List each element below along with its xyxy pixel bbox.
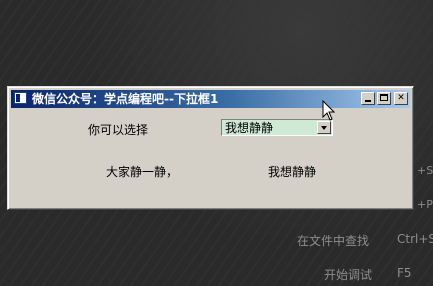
menu-item-start-debugging[interactable]: 开始调试 F5 [324,266,412,283]
edge-shortcut-text: +S [417,164,433,177]
minimize-button[interactable] [361,92,375,105]
minimize-icon [365,100,371,102]
prompt-label: 你可以选择 [88,123,149,137]
selected-text-label: 我想静静 [268,165,317,179]
dialog-window: 微信公众号：学点编程吧--下拉框1 ✕ 你可以选择 我想静静 大家静一静， 我想… [7,86,414,210]
menu-item-label: 在文件中查找 [297,234,370,248]
combobox-selected-value: 我想静静 [225,121,274,135]
maximize-icon [380,94,388,101]
close-button[interactable]: ✕ [394,92,408,105]
left-text-label: 大家静一静， [106,165,179,179]
mouse-cursor-icon [322,100,336,121]
menu-item-label: 开始调试 [324,268,373,282]
chevron-down-icon[interactable] [317,121,331,134]
close-icon: ✕ [397,93,405,103]
choice-combobox[interactable]: 我想静静 [221,119,333,136]
menu-item-find-in-files[interactable]: 在文件中查找 Ctrl+S [297,232,433,249]
app-icon[interactable] [14,92,27,104]
window-title: 微信公众号：学点编程吧--下拉框1 [32,92,219,106]
title-bar[interactable]: 微信公众号：学点编程吧--下拉框1 ✕ [11,90,410,108]
menu-item-shortcut: Ctrl+S [397,232,433,246]
edge-shortcut-text: +P [417,198,433,211]
maximize-button[interactable] [377,92,391,105]
menu-item-shortcut: F5 [397,266,412,280]
